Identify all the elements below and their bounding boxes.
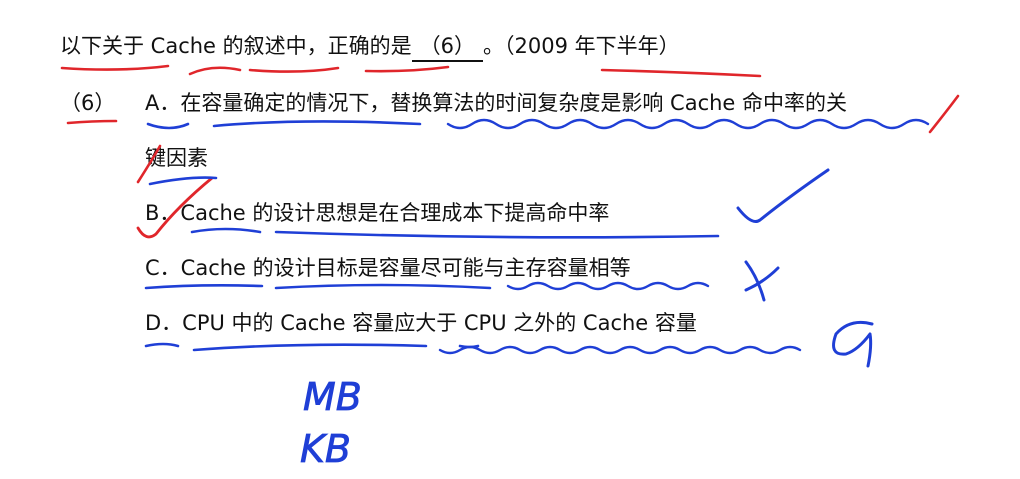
stem-prefix: 以下关于 Cache 的叙述中，正确的是	[60, 34, 412, 58]
blue-underline-a-1	[146, 122, 190, 130]
blue-wavy-d	[438, 345, 802, 355]
option-c: C．Cache 的设计目标是容量尽可能与主存容量相等	[145, 256, 631, 280]
red-underline-stem-5	[600, 68, 762, 78]
handwritten-mb: MB	[303, 375, 362, 419]
red-slash-mark	[928, 94, 960, 134]
option-b: B．Cache 的设计思想是在合理成本下提高命中率	[145, 201, 610, 225]
blue-check-b	[736, 168, 830, 223]
blue-wavy-c	[506, 281, 710, 291]
red-underline-stem-2	[188, 66, 242, 76]
red-underline-stem-3	[248, 66, 340, 73]
handwriting-layer: MB KB	[60, 64, 960, 471]
question-number: （6）	[60, 91, 116, 115]
red-underline-number	[66, 119, 118, 125]
red-underline-stem-1	[60, 64, 170, 71]
question-stem: 以下关于 Cache 的叙述中，正确的是 （6） 。（2009 年下半年）	[60, 32, 680, 62]
blue-alpha-d	[832, 320, 874, 368]
blue-underline-d-1	[144, 342, 180, 348]
blue-wavy-a	[446, 118, 930, 130]
blue-underline-c-2	[274, 283, 492, 290]
answer-blank: （6）	[411, 32, 484, 62]
blue-underline-d-3	[458, 344, 480, 349]
blue-underline-b-1	[190, 227, 262, 234]
blue-cross-c	[744, 260, 780, 302]
stem-suffix: 。（2009 年下半年）	[483, 34, 680, 58]
blue-underline-c-1	[144, 284, 264, 290]
blue-underline-a-2	[212, 120, 422, 128]
option-d: D．CPU 中的 Cache 容量应大于 CPU 之外的 Cache 容量	[145, 311, 697, 335]
handwritten-kb: KB	[300, 427, 351, 471]
blue-underline-d-2	[192, 343, 428, 352]
blue-underline-a-cont	[148, 176, 218, 186]
option-a-continued: 键因素	[145, 146, 208, 170]
blue-underline-b-2	[274, 230, 720, 239]
red-underline-stem-4	[364, 65, 450, 73]
option-a: A．在容量确定的情况下，替换算法的时间复杂度是影响 Cache 命中率的关	[145, 91, 848, 115]
